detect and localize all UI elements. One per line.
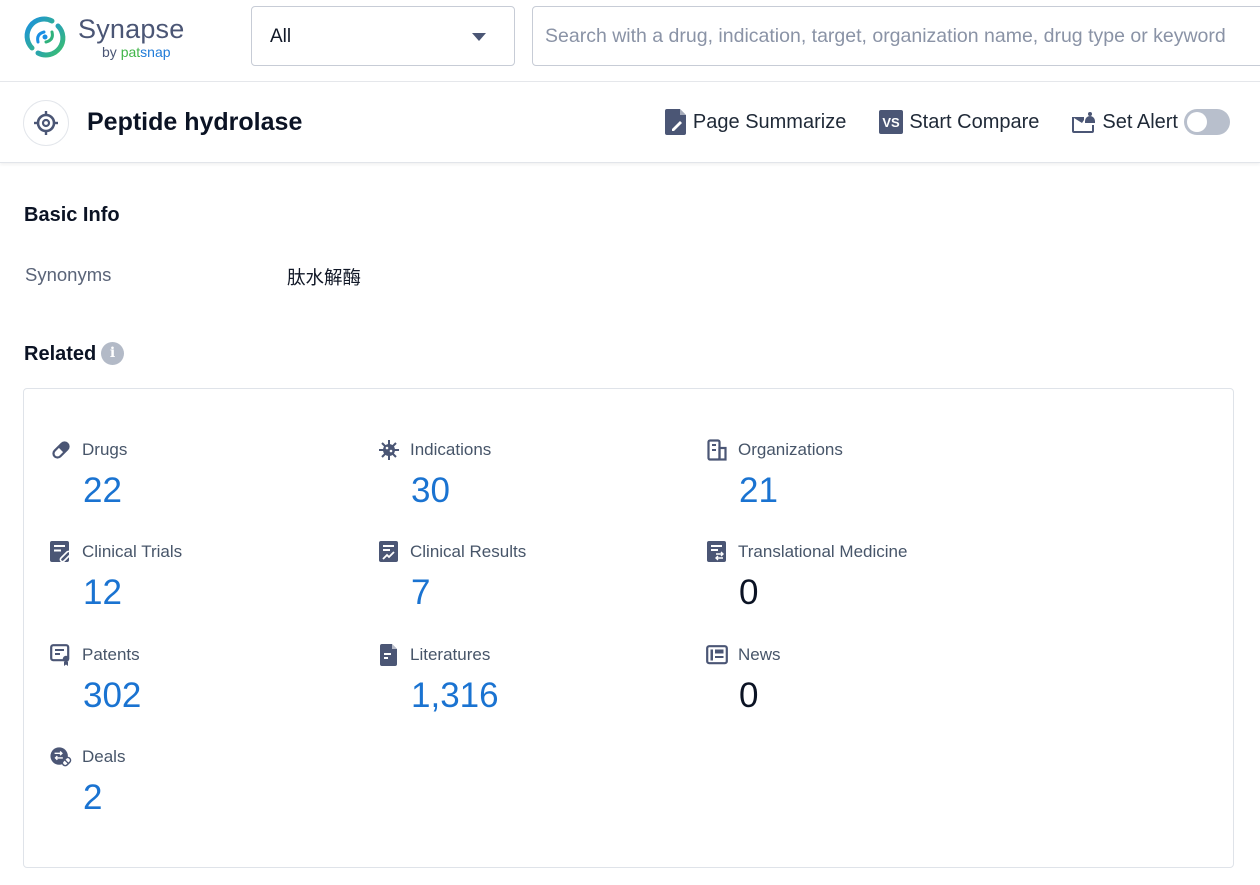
related-organizations[interactable]: Organizations 21 [706,439,1006,529]
toggle-knob [1187,112,1207,132]
synonyms-value: 肽水解酶 [287,268,362,289]
page-summarize-label: Page Summarize [692,110,847,133]
stat-label: Patents [82,645,140,664]
search-box[interactable] [532,6,1260,66]
stat-label: Deals [82,747,126,766]
stat-label: Drugs [82,440,128,459]
stat-value[interactable]: 7 [411,573,430,613]
header-actions: Page Summarize VS Start Compare Set Aler… [632,109,1230,135]
related-clinical-results[interactable]: Clinical Results 7 [378,541,678,631]
clinical-results-icon [378,541,400,563]
stat-label: Clinical Trials [82,542,183,561]
pill-icon [50,439,72,461]
synapse-logo-icon [24,16,66,58]
related-deals[interactable]: Deals 2 [50,746,350,836]
deals-icon [50,746,72,768]
stat-label: News [738,645,781,664]
info-icon[interactable]: i [101,342,124,365]
app-name: Synapse [78,14,185,44]
related-heading: Related [24,343,97,365]
stat-value[interactable]: 22 [83,471,122,511]
stat-label: Clinical Results [410,542,527,561]
clinical-trials-icon [50,541,72,563]
basic-info-heading: Basic Info [24,204,120,226]
stat-value: 0 [739,676,759,715]
page-summarize-button[interactable]: Page Summarize [664,109,847,135]
set-alert-control[interactable]: Set Alert [1072,109,1230,135]
start-compare-label: Start Compare [909,110,1040,133]
related-drugs[interactable]: Drugs 22 [50,439,350,529]
stat-label: Indications [410,440,492,459]
start-compare-button[interactable]: VS Start Compare [879,110,1039,134]
related-news[interactable]: News 0 [706,644,1006,734]
top-bar: Synapse by patsnap All [0,0,1260,82]
virus-icon [378,439,400,461]
stat-value[interactable]: 30 [411,471,450,511]
app-byline: by patsnap [102,44,171,60]
stat-value[interactable]: 21 [739,471,778,511]
related-literatures[interactable]: Literatures 1,316 [378,644,678,734]
alert-envelope-icon [1072,112,1096,133]
svg-text:VS: VS [883,115,901,130]
related-patents[interactable]: Patents 302 [50,644,350,734]
stat-value[interactable]: 12 [83,573,122,613]
building-icon [706,439,728,461]
related-card: Drugs 22 Indications 30 Organizations 21… [23,388,1234,868]
translational-medicine-icon [706,541,728,563]
caret-down-icon [472,33,486,41]
synonyms-label: Synonyms [25,264,112,285]
search-scope-value: All [270,26,292,47]
byline-prefix: by [102,44,121,60]
stat-value[interactable]: 302 [83,676,141,716]
stat-value[interactable]: 2 [83,778,102,818]
newspaper-icon [706,644,728,666]
related-clinical-trials[interactable]: Clinical Trials 12 [50,541,350,631]
stat-label: Organizations [738,440,843,459]
synapse-logo[interactable]: Synapse by patsnap [22,12,185,64]
document-icon [378,644,400,666]
vs-compare-icon: VS [879,110,904,134]
page-title: Peptide hydrolase [87,108,303,136]
search-scope-select[interactable]: All [251,6,515,66]
byline-snap: snap [140,44,171,60]
stat-value[interactable]: 1,316 [411,676,499,716]
target-header: Peptide hydrolase Page Summarize VS Star… [0,83,1260,163]
set-alert-toggle[interactable] [1184,109,1230,135]
related-translational-medicine[interactable]: Translational Medicine 0 [706,541,1006,631]
stat-label: Translational Medicine [738,542,908,561]
summarize-document-icon [664,109,686,135]
target-badge [23,100,69,146]
set-alert-label: Set Alert [1102,110,1178,133]
search-input[interactable] [545,7,1260,65]
stat-label: Literatures [410,645,491,664]
byline-pat: pat [120,44,141,60]
stat-value: 0 [739,573,759,612]
target-icon [34,111,58,135]
related-indications[interactable]: Indications 30 [378,439,678,529]
patent-icon [50,644,72,666]
